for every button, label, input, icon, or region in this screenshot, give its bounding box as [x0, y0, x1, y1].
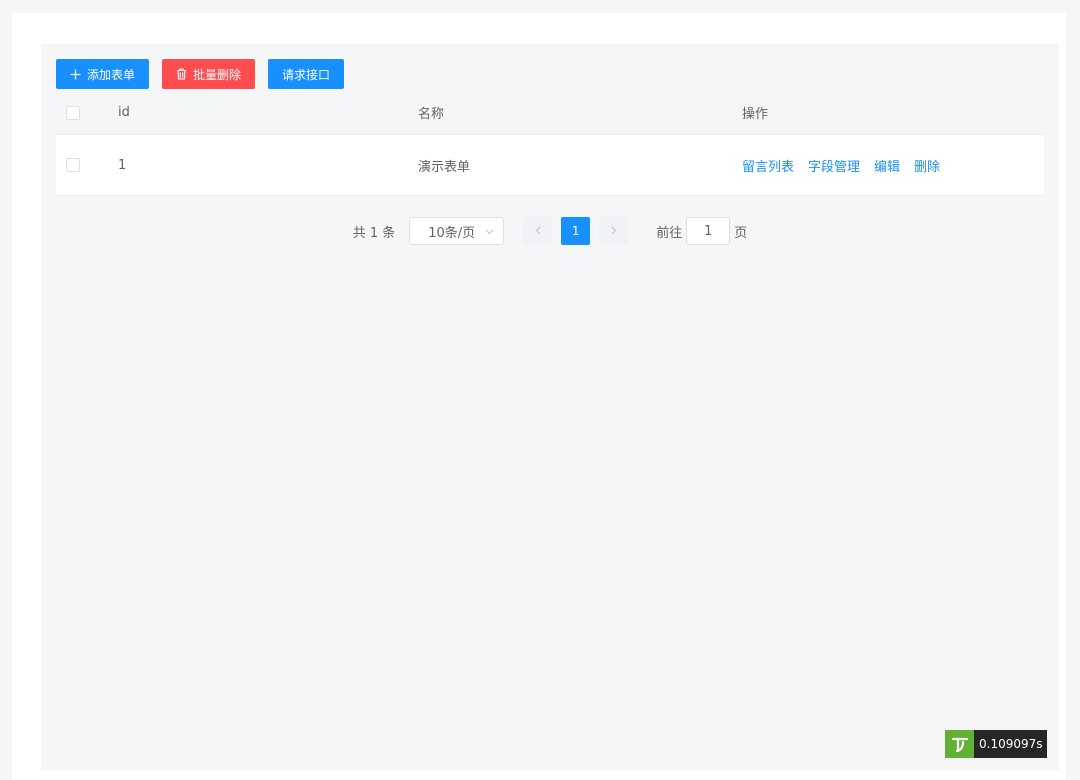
- toolbar: 添加表单 批量删除 请求接口: [56, 59, 345, 89]
- table-row: 1 演示表单 留言列表 字段管理 编辑 删除: [56, 134, 1044, 196]
- goto-page: 前往 1 页: [656, 217, 747, 245]
- edit-link[interactable]: 编辑: [874, 156, 900, 175]
- select-all-checkbox[interactable]: [66, 105, 80, 120]
- cell-id: 1: [118, 157, 127, 173]
- batch-delete-label: 批量删除: [193, 67, 242, 82]
- cell-name: 演示表单: [418, 159, 471, 175]
- chevron-down-icon: [485, 224, 494, 239]
- thinkphp-logo-icon: [945, 730, 974, 758]
- message-list-link[interactable]: 留言列表: [742, 156, 794, 175]
- add-form-button[interactable]: 添加表单: [56, 59, 150, 89]
- delete-link[interactable]: 删除: [914, 156, 940, 175]
- goto-suffix: 页: [734, 225, 748, 241]
- content-panel: 添加表单 批量删除 请求接口 id 名称 操作 1 演示表单 留言列表 字段管理…: [41, 44, 1059, 770]
- table-header: id 名称 操作: [56, 91, 1044, 134]
- trace-badge[interactable]: 0.109097s: [945, 730, 1047, 758]
- header-ops: 操作: [742, 107, 769, 122]
- header-name: 名称: [418, 107, 445, 122]
- page-container: 添加表单 批量删除 请求接口 id 名称 操作 1 演示表单 留言列表 字段管理…: [12, 13, 1066, 780]
- page-1-button[interactable]: 1: [561, 217, 591, 245]
- page-size-select[interactable]: 10条/页: [409, 217, 505, 245]
- pagination: 共 1 条 10条/页 1 前往 1 页: [41, 217, 1059, 245]
- cell-ops: 留言列表 字段管理 编辑 删除: [730, 156, 1044, 175]
- prev-page-button[interactable]: [523, 217, 553, 245]
- chevron-left-icon: [535, 224, 541, 239]
- request-api-label: 请求接口: [282, 67, 331, 82]
- goto-page-input[interactable]: 1: [686, 217, 731, 245]
- trash-icon: [176, 68, 187, 80]
- row-checkbox[interactable]: [66, 158, 80, 172]
- chevron-right-icon: [611, 224, 617, 239]
- pagination-total: 共 1 条: [352, 225, 396, 241]
- trace-time: 0.109097s: [974, 730, 1047, 758]
- header-id: id: [118, 105, 130, 120]
- form-table: id 名称 操作 1 演示表单 留言列表 字段管理 编辑 删除: [56, 91, 1044, 196]
- batch-delete-button[interactable]: 批量删除: [162, 59, 256, 89]
- goto-prefix: 前往: [656, 225, 683, 241]
- add-form-label: 添加表单: [87, 67, 136, 82]
- request-api-button[interactable]: 请求接口: [268, 59, 345, 89]
- page-size-value: 10条/页: [428, 225, 476, 241]
- next-page-button[interactable]: [599, 217, 629, 245]
- plus-icon: [70, 69, 81, 80]
- field-manage-link[interactable]: 字段管理: [808, 156, 860, 175]
